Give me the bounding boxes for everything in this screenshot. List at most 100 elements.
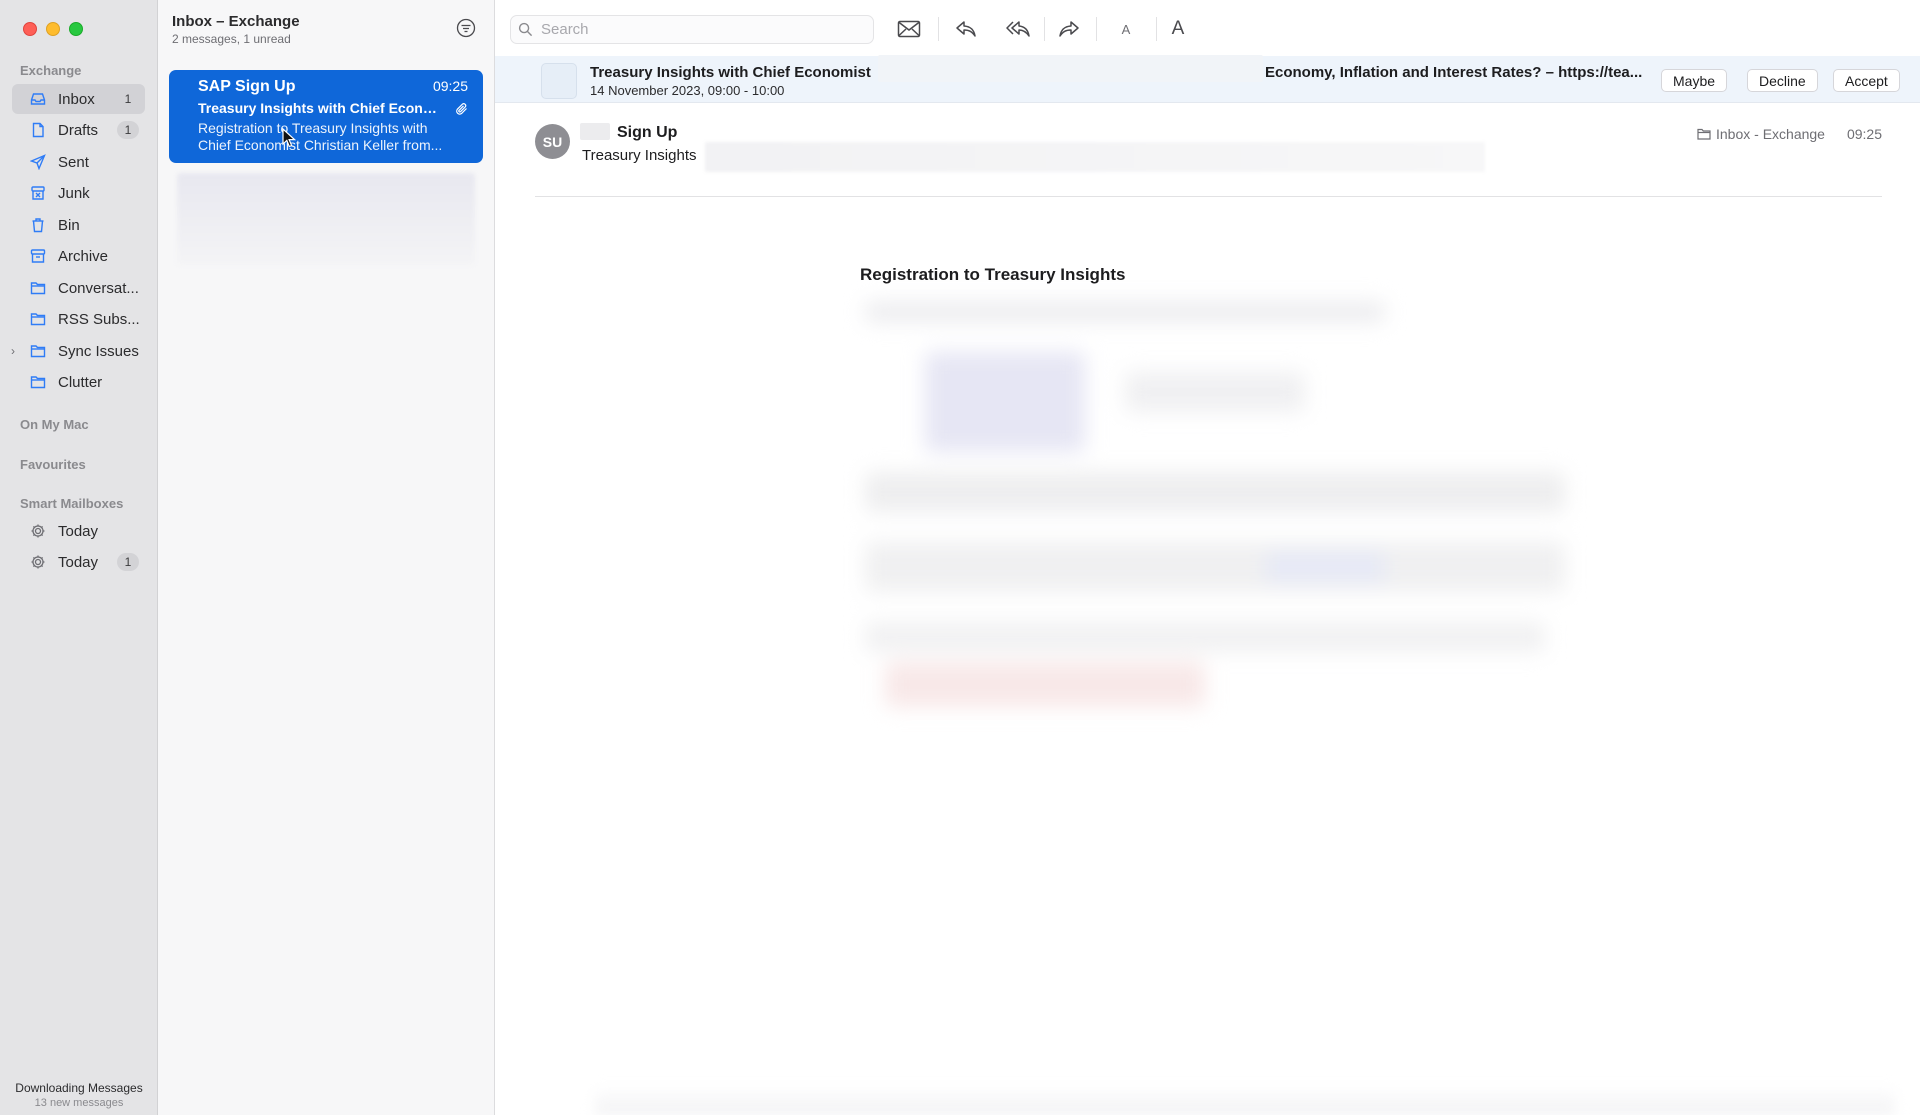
message-header-time: 09:25 xyxy=(1846,126,1882,142)
redacted-region xyxy=(878,55,1263,82)
activity-status-text: Downloading Messages xyxy=(15,1081,143,1095)
invite-title-start: Treasury Insights with Chief Economist xyxy=(590,64,871,81)
sidebar-item-label: Junk xyxy=(58,184,90,202)
sidebar-item-rss-subscriptions[interactable]: RSS Subs... xyxy=(12,304,145,334)
count-badge: 1 xyxy=(117,121,139,139)
search-icon xyxy=(518,22,533,37)
minimize-window-button[interactable] xyxy=(46,22,60,36)
message-list-item-selected[interactable]: SAP Sign Up 09:25 Treasury Insights with… xyxy=(169,70,483,163)
get-mail-button[interactable] xyxy=(893,15,925,43)
toolbar: A A xyxy=(495,0,1920,56)
redacted-region xyxy=(580,123,610,140)
forward-button[interactable] xyxy=(1053,15,1085,43)
header-divider xyxy=(535,196,1882,197)
redacted-region xyxy=(705,142,1485,172)
reply-arrow-icon xyxy=(956,21,976,37)
sidebar-item-label: Conversat... xyxy=(58,279,139,297)
activity-status[interactable]: Downloading Messages 13 new messages xyxy=(0,1081,158,1109)
sidebar-item-bin[interactable]: Bin xyxy=(12,210,145,240)
disclosure-chevron-icon[interactable]: › xyxy=(11,344,15,358)
toolbar-divider xyxy=(1156,17,1157,41)
sidebar-item-label: Inbox xyxy=(58,90,95,108)
increase-font-size-button[interactable]: A xyxy=(1162,15,1194,43)
message-list-item-redacted[interactable] xyxy=(177,173,475,265)
paperclip-icon xyxy=(456,103,467,115)
sidebar-section-smart-mailboxes[interactable]: Smart Mailboxes xyxy=(20,496,123,511)
reply-all-arrow-icon xyxy=(1006,21,1030,37)
invite-title-end: Economy, Inflation and Interest Rates? –… xyxy=(1265,64,1643,81)
sidebar-item-label: Bin xyxy=(58,216,80,234)
folder-icon xyxy=(29,342,47,360)
message-list: Inbox – Exchange 2 messages, 1 unread SA… xyxy=(158,0,495,1115)
reply-all-button[interactable] xyxy=(1002,15,1034,43)
sidebar-item-sent[interactable]: Sent xyxy=(12,147,145,177)
search-input[interactable] xyxy=(541,21,861,38)
filter-icon[interactable] xyxy=(456,18,476,38)
trash-icon xyxy=(29,216,47,234)
activity-status-count: 13 new messages xyxy=(34,1097,124,1109)
folder-icon xyxy=(29,279,47,297)
sidebar-item-label: Archive xyxy=(58,247,109,265)
reply-button[interactable] xyxy=(950,15,982,43)
message-preview: Registration to Treasury Insights with C… xyxy=(198,120,443,153)
sidebar-item-archive[interactable]: Archive xyxy=(12,241,145,271)
folder-icon xyxy=(29,373,47,391)
accept-button[interactable]: Accept xyxy=(1833,69,1900,92)
sidebar-item-label: Sent xyxy=(58,153,89,171)
message-body-title: Registration to Treasury Insights xyxy=(860,265,1126,284)
sidebar-section-exchange[interactable]: Exchange xyxy=(20,63,81,78)
sidebar-item-sync-issues[interactable]: › Sync Issues xyxy=(11,336,145,366)
gear-icon xyxy=(29,553,47,571)
envelope-icon xyxy=(897,20,921,38)
toolbar-divider xyxy=(938,17,939,41)
message-subject: Treasury Insights with Chief Econo... xyxy=(198,100,438,116)
message-folder[interactable]: Inbox - Exchange xyxy=(1697,126,1825,142)
close-window-button[interactable] xyxy=(23,22,37,36)
message-time: 09:25 xyxy=(432,78,468,94)
decline-button[interactable]: Decline xyxy=(1747,69,1818,92)
sidebar-item-label: Clutter xyxy=(58,373,103,391)
sidebar-item-smart-today[interactable]: Today xyxy=(12,516,145,546)
window-controls xyxy=(23,22,83,36)
sidebar-item-junk[interactable]: Junk xyxy=(12,178,145,208)
message-from[interactable]: Sign Up xyxy=(617,124,677,142)
sidebar-item-label: Drafts xyxy=(58,121,99,139)
sidebar-item-drafts[interactable]: Drafts 1 xyxy=(12,115,145,145)
sidebar-item-inbox[interactable]: Inbox 1 xyxy=(12,84,145,114)
folder-icon xyxy=(1697,128,1711,140)
mailbox-title: Inbox – Exchange xyxy=(172,13,300,30)
zoom-window-button[interactable] xyxy=(69,22,83,36)
sidebar-item-smart-today-2[interactable]: Today 1 xyxy=(12,547,145,577)
gear-icon xyxy=(29,522,47,540)
inbox-icon xyxy=(29,90,47,108)
pane-footer-shadow xyxy=(595,1085,1895,1115)
search-field[interactable] xyxy=(510,15,874,44)
message-sender: SAP Sign Up xyxy=(198,78,296,95)
sidebar-section-on-my-mac[interactable]: On My Mac xyxy=(20,417,89,432)
sidebar-section-favourites[interactable]: Favourites xyxy=(20,457,86,472)
archive-box-icon xyxy=(29,247,47,265)
message-folder-label: Inbox - Exchange xyxy=(1716,126,1825,142)
sidebar-item-conversation-history[interactable]: Conversat... xyxy=(12,273,145,303)
maybe-button[interactable]: Maybe xyxy=(1661,69,1728,92)
sender-avatar[interactable]: SU xyxy=(535,124,570,159)
reading-pane: A A Treasury Insights with Chief Economi… xyxy=(495,0,1920,1115)
mouse-cursor-icon xyxy=(282,128,296,148)
redacted-message-body xyxy=(845,262,1585,712)
message-header-subject: Treasury Insights xyxy=(582,147,697,164)
toolbar-divider xyxy=(1044,17,1045,41)
forward-arrow-icon xyxy=(1059,21,1079,37)
decrease-font-size-button[interactable]: A xyxy=(1110,15,1142,43)
sidebar-item-label: Sync Issues xyxy=(58,342,139,360)
unread-count-badge: 1 xyxy=(124,92,132,106)
invite-date: 14 November 2023, 09:00 - 10:00 xyxy=(590,83,785,98)
count-badge: 1 xyxy=(117,553,139,571)
toolbar-divider xyxy=(1096,17,1097,41)
sidebar-item-clutter[interactable]: Clutter xyxy=(12,367,145,397)
mailbox-subtitle: 2 messages, 1 unread xyxy=(172,32,291,46)
folder-icon xyxy=(29,310,47,328)
calendar-icon xyxy=(541,63,577,99)
document-icon xyxy=(29,121,47,139)
paper-plane-icon xyxy=(29,153,47,171)
sidebar: Exchange Inbox 1 Drafts 1 Sent Junk Bin … xyxy=(0,0,158,1115)
